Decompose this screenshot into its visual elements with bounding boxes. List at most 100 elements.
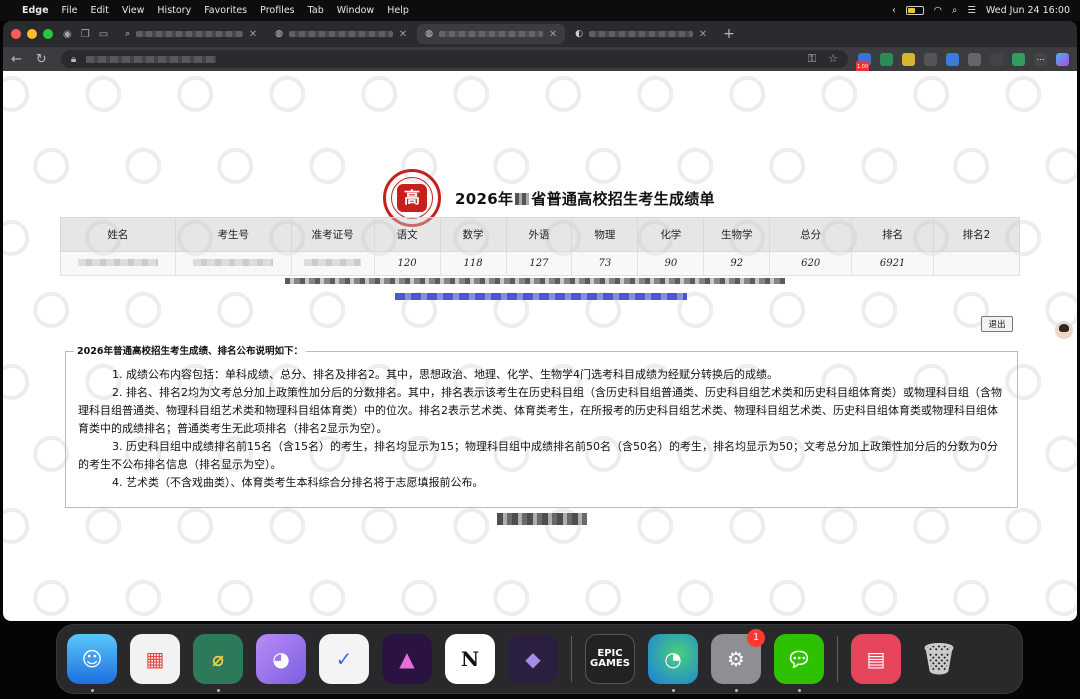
watermark-seal	[854, 572, 907, 621]
copilot-icon[interactable]	[1056, 52, 1069, 66]
workspaces-icon[interactable]: ❐	[81, 29, 90, 40]
watermark-seal	[1038, 572, 1077, 621]
watermark-seal	[906, 71, 959, 119]
title-prefix: 2026年	[455, 189, 514, 208]
col-header: 外语	[505, 217, 573, 252]
more-menu-icon[interactable]: ⋯	[1034, 52, 1047, 66]
tab-4[interactable]: ◐ ✕	[567, 24, 715, 44]
cat-app-icon[interactable]: ◕	[256, 634, 306, 684]
menu-profiles[interactable]: Profiles	[260, 5, 295, 16]
search-icon: ⌕	[125, 29, 131, 39]
epic-games-label: EPIC GAMES	[590, 648, 630, 669]
launchpad-icon[interactable]: ▦	[130, 634, 180, 684]
split-screen-icon[interactable]	[990, 52, 1003, 66]
lock-icon[interactable]: 🔒︎	[71, 54, 76, 65]
watermark-seal	[394, 284, 447, 335]
close-tab-icon[interactable]: ✕	[249, 29, 257, 40]
menu-help[interactable]: Help	[387, 5, 409, 16]
dock: ☺ ▦ ⌀ ◕ ✓ ▲ N ◆ EPIC GAMES ◔ ⚙ 1 💬︎ ▤ 🗑︎	[56, 624, 1023, 694]
refresh-icon[interactable]: ↻	[36, 52, 47, 67]
trash-icon[interactable]: 🗑︎	[914, 634, 964, 684]
menu-bar: Edge File Edit View History Favorites Pr…	[0, 0, 1080, 21]
menu-favorites[interactable]: Favorites	[204, 5, 247, 16]
menu-app-name[interactable]: Edge	[22, 5, 49, 16]
finder-icon[interactable]: ☺	[67, 634, 117, 692]
score-report-page: 高 2026年 省普通高校招生考生成绩单 姓名 考生号 准考证号 语文 数学 外语…	[3, 71, 1077, 621]
logout-button[interactable]: 退出	[981, 316, 1013, 332]
watermark-seal	[302, 572, 355, 621]
notion-icon[interactable]: N	[445, 634, 495, 684]
epic-games-icon[interactable]: EPIC GAMES	[585, 634, 635, 684]
cell-physics: 73	[571, 251, 639, 276]
score-table: 姓名 考生号 准考证号 语文 数学 外语 物理 化学 生物学 总分 排名 排名2	[60, 217, 1020, 276]
downloads-folder-icon[interactable]: ▤	[851, 634, 901, 684]
watermark-seal	[486, 572, 539, 621]
menu-file[interactable]: File	[62, 5, 78, 16]
tab-1[interactable]: ⌕ ✕	[117, 24, 265, 44]
menu-view[interactable]: View	[122, 5, 145, 16]
battery-icon[interactable]	[905, 6, 924, 15]
sweeper-app-icon[interactable]: ⌀	[193, 634, 243, 692]
ticktick-icon[interactable]: ✓	[319, 634, 369, 684]
menubar-clock[interactable]: Wed Jun 24 16:00	[986, 5, 1070, 16]
watermark-seal	[118, 572, 171, 621]
extension-icon-1[interactable]: 1.00	[856, 52, 871, 74]
zoom-window-button[interactable]	[43, 29, 53, 39]
obsidian-icon[interactable]: ◆	[508, 634, 558, 684]
tab-actions-icon[interactable]: ▭	[99, 29, 108, 40]
watermark-seal	[354, 71, 407, 119]
extension-icon-3[interactable]	[902, 52, 915, 66]
tab-2[interactable]: ◍ ✕	[267, 24, 415, 44]
shield-extension-icon[interactable]	[880, 52, 893, 66]
globe-icon: ◍	[425, 29, 434, 39]
close-tab-icon[interactable]: ✕	[549, 29, 557, 40]
edge-icon[interactable]: ◔	[648, 634, 698, 692]
wifi-icon[interactable]: ◠	[934, 5, 942, 16]
watermark-seal	[262, 71, 315, 119]
extension-icon-8[interactable]	[1012, 52, 1025, 66]
control-center-icon[interactable]: ☰	[967, 5, 976, 16]
profile-icon[interactable]: ◉	[63, 29, 72, 40]
watermark-seal	[762, 284, 815, 335]
notes-box: 2026年普通高校招生考生成绩、排名公布说明如下： 1. 成绩公布内容包括：单科…	[65, 345, 1018, 508]
favorite-star-icon[interactable]: ☆	[828, 52, 838, 66]
redacted-notice-link[interactable]	[395, 293, 687, 300]
menu-edit[interactable]: Edit	[90, 5, 108, 16]
cell-chinese: 120	[373, 251, 441, 276]
col-header: 考生号	[174, 217, 292, 252]
close-tab-icon[interactable]: ✕	[399, 29, 407, 40]
wechat-icon[interactable]: 💬︎	[774, 634, 824, 692]
chevron-left-icon[interactable]: ‹	[892, 5, 896, 16]
cell-total: 620	[769, 251, 853, 276]
extension-icon-4[interactable]	[924, 52, 937, 66]
cell-biology: 92	[703, 251, 771, 276]
close-window-button[interactable]	[11, 29, 21, 39]
floating-avatar[interactable]	[1055, 321, 1073, 339]
tab-bar: ◉ ❐ ▭ ⌕ ✕ ◍ ✕ ◍ ✕ ◐ ✕ +	[3, 21, 1077, 47]
tab-3-active[interactable]: ◍ ✕	[417, 24, 566, 44]
watermark-seal	[670, 572, 723, 621]
address-bar[interactable]: 🔒︎ ⚿ ☆	[60, 50, 848, 68]
system-settings-icon[interactable]: ⚙ 1	[711, 629, 765, 692]
menu-history[interactable]: History	[157, 5, 191, 16]
back-arrow-icon[interactable]: ←	[11, 52, 22, 67]
new-tab-button[interactable]: +	[723, 26, 735, 42]
arc-app-icon[interactable]: ▲	[382, 634, 432, 684]
watermark-seal	[3, 212, 39, 263]
notes-item: 4. 艺术类（不含戏曲类）、体育类考生本科综合分排名将于志愿填报前公布。	[112, 476, 484, 489]
cell-exam-id-redacted	[174, 251, 292, 276]
search-icon[interactable]: ⌕	[952, 5, 957, 16]
watermark-seal	[3, 356, 39, 407]
minimize-window-button[interactable]	[27, 29, 37, 39]
menu-window[interactable]: Window	[337, 5, 374, 16]
page-title: 2026年 省普通高校招生考生成绩单	[455, 188, 715, 209]
extensions-puzzle-icon[interactable]	[968, 52, 981, 66]
menu-tab[interactable]: Tab	[308, 5, 324, 16]
watermark-seal	[302, 140, 355, 191]
col-header: 总分	[769, 217, 853, 252]
extension-icon-5[interactable]	[946, 52, 959, 66]
close-tab-icon[interactable]: ✕	[699, 29, 707, 40]
dock-separator	[571, 636, 572, 682]
key-icon[interactable]: ⚿	[808, 52, 816, 66]
notes-item: 2. 排名、排名2均为文考总分加上政策性加分后的分数排名。其中，排名表示该考生在…	[78, 386, 1002, 435]
